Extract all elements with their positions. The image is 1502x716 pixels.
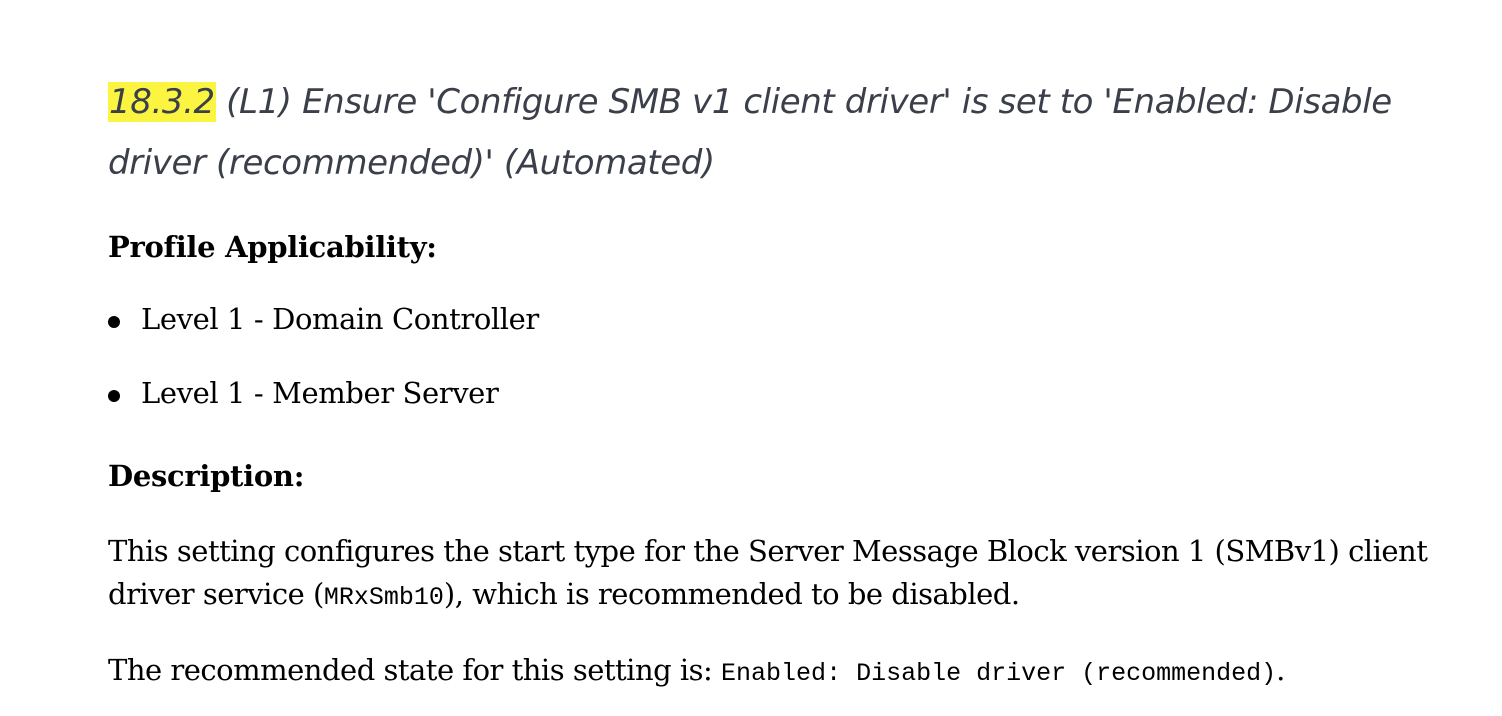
bullet-icon <box>108 390 120 402</box>
section-number-highlight: 18.3.2 <box>108 82 216 122</box>
description-paragraph: This setting configures the start type f… <box>108 530 1448 619</box>
service-name-code: MRxSmb10 <box>323 583 444 612</box>
recommended-state-label: The recommended state for this setting i… <box>108 653 722 687</box>
profile-level-list: Level 1 - Domain Controller Level 1 - Me… <box>108 302 539 450</box>
description-text-end: ), which is recommended to be disabled. <box>443 577 1020 611</box>
bullet-icon <box>108 316 120 328</box>
list-item: Level 1 - Domain Controller <box>108 302 539 376</box>
section-title: 18.3.2 (L1) Ensure 'Configure SMB v1 cli… <box>108 72 1438 194</box>
description-heading: Description: <box>108 459 305 493</box>
recommended-state-code: Enabled: Disable driver (recommended) <box>721 659 1277 688</box>
list-item-label: Level 1 - Domain Controller <box>141 302 539 336</box>
profile-applicability-heading: Profile Applicability: <box>108 230 437 264</box>
list-item: Level 1 - Member Server <box>108 376 539 450</box>
recommended-state-paragraph: The recommended state for this setting i… <box>108 649 1448 695</box>
list-item-label: Level 1 - Member Server <box>141 376 499 410</box>
recommended-state-end: . <box>1276 653 1285 687</box>
section-title-text: (L1) Ensure 'Configure SMB v1 client dri… <box>108 82 1392 183</box>
